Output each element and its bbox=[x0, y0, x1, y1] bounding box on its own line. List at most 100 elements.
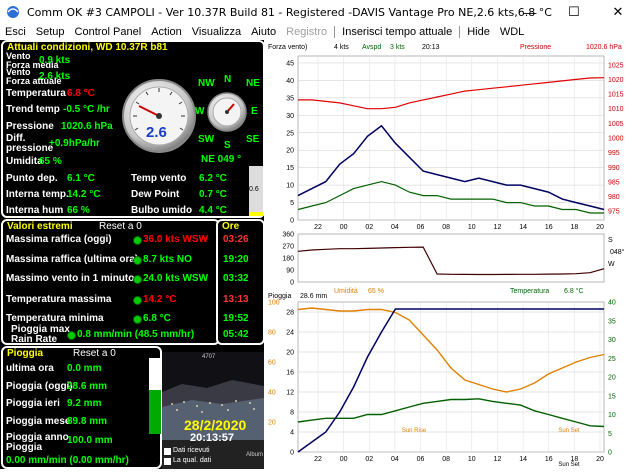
side-level-fill bbox=[249, 212, 263, 216]
direction-chart-y-tick: 0 bbox=[290, 280, 294, 287]
temp-chart-y-tick: 35 bbox=[608, 318, 616, 325]
minimize-icon[interactable]: — bbox=[508, 0, 552, 24]
webcam-image[interactable]: 4707 28/2/2020 20:13:57 Dati ricevuti La… bbox=[162, 352, 264, 469]
rain-chart-x-tick: 04 bbox=[391, 456, 399, 463]
wind-chart-x-tick: 18 bbox=[570, 224, 578, 231]
menu-bar: Esci Setup Control Panel Action Visualiz… bbox=[0, 24, 640, 40]
pressure-value: 1020.6 hPa bbox=[61, 121, 113, 132]
data-received-label: Dati ricevuti bbox=[173, 447, 210, 454]
rain-last-hour-value: 0.0 mm bbox=[67, 363, 102, 374]
pressure-chart-y-tick: 1010 bbox=[608, 106, 624, 113]
menu-hide[interactable]: Hide bbox=[462, 26, 495, 38]
app-window: Comm OK #3 CAMPOLI - Ver 10.37R Build 81… bbox=[0, 0, 640, 469]
pressure-diff-label: Diff. pressione bbox=[6, 133, 54, 154]
rain-month-label: Pioggia mese bbox=[6, 416, 71, 427]
menu-visualizza[interactable]: Visualizza bbox=[187, 26, 246, 38]
compass-s: S bbox=[224, 140, 231, 151]
rain-yesterday-value: 9.2 mm bbox=[67, 398, 102, 409]
humidity-chart-y-tick: 100 bbox=[268, 300, 280, 307]
pressure-chart-y-tick: 1025 bbox=[608, 62, 624, 69]
time-max-gust: 03:26 bbox=[223, 234, 249, 245]
menu-setup[interactable]: Setup bbox=[31, 26, 70, 38]
wind-chart-label: Forza vento) bbox=[268, 44, 307, 51]
dew-point-2-label: Dew Point bbox=[131, 189, 180, 200]
time-max-wind: 03:32 bbox=[223, 273, 249, 284]
close-icon[interactable]: ✕ bbox=[596, 0, 640, 24]
temp-chart-y-tick: 0 bbox=[608, 450, 612, 457]
wind-chart-y-tick: 35 bbox=[286, 95, 294, 102]
humidity-chart-y-tick: 40 bbox=[268, 390, 276, 397]
extremes-reset-button[interactable]: Reset a 0 bbox=[99, 221, 142, 232]
wind-chart-x-tick: 22 bbox=[314, 224, 322, 231]
rain-chart-x-tick: 14 bbox=[519, 456, 527, 463]
wind-direction-text: NE 049 ° bbox=[201, 154, 242, 165]
rain-chart-x-tick: 06 bbox=[417, 456, 425, 463]
sunset-annotation-bottom: Sun Set bbox=[558, 462, 580, 468]
pressure-chart-y-tick: 995 bbox=[608, 150, 620, 157]
rain-year-value: 100.0 mm bbox=[67, 435, 113, 446]
wind-chart-y-tick: 5 bbox=[290, 200, 294, 207]
rain-chart-x-tick: 22 bbox=[314, 456, 322, 463]
pressure-chart-y-tick: 990 bbox=[608, 165, 620, 172]
rain-panel: Pioggia Reset a 0 ultima ora 0.0 mm Piog… bbox=[1, 346, 162, 469]
pressure-label: Pressione bbox=[6, 121, 54, 132]
wind-chart-avspd-label: Avspd bbox=[362, 44, 381, 51]
rain-today-label: Pioggia (oggi) bbox=[6, 381, 73, 392]
rain-yesterday-label: Pioggia ieri bbox=[6, 398, 60, 409]
rain-rate-value: 0.00 mm/min (0.00 mm/hr) bbox=[6, 455, 129, 466]
temp-chart-y-tick: 5 bbox=[608, 431, 612, 438]
menu-separator bbox=[459, 26, 461, 38]
temp-chart-y-tick: 10 bbox=[608, 412, 616, 419]
pressure-chart-y-tick: 975 bbox=[608, 209, 620, 216]
menu-aiuto[interactable]: Aiuto bbox=[246, 26, 281, 38]
pressure-diff-value: +0.9hPa/hr bbox=[49, 138, 100, 149]
time-max-temp: 13:13 bbox=[223, 294, 249, 305]
temp-chart-value: 6.8 °C bbox=[564, 287, 584, 295]
rain-reset-button[interactable]: Reset a 0 bbox=[73, 348, 116, 359]
max-gust-hour-label: Massima raffica (ultima ora) bbox=[6, 254, 139, 265]
menu-esci[interactable]: Esci bbox=[0, 26, 31, 38]
wet-bulb-label: Bulbo umido bbox=[131, 205, 193, 216]
max-wind-1min-label: Massimo vento in 1 minuto bbox=[6, 273, 135, 284]
max-gust-hour-value: 8.7 kts NO bbox=[143, 254, 192, 265]
rain-chart-y-tick: 24 bbox=[286, 330, 294, 337]
dew-point-2-value: 0.7 °C bbox=[199, 189, 227, 200]
temp-chart-y-tick: 30 bbox=[608, 337, 616, 344]
wind-chart-x-tick: 14 bbox=[519, 224, 527, 231]
pressure-chart-y-tick: 980 bbox=[608, 194, 620, 201]
rain-chart-x-tick: 12 bbox=[494, 456, 502, 463]
wind-speed-gauge bbox=[122, 79, 196, 153]
trend-temp-value: -0.5 °C /hr bbox=[63, 104, 110, 115]
temp-chart-y-tick: 20 bbox=[608, 375, 616, 382]
direction-chart-y-tick: 180 bbox=[282, 256, 294, 263]
time-min-temp: 19:52 bbox=[223, 313, 249, 324]
rain-last-hour-label: ultima ora bbox=[6, 363, 54, 374]
pressure-chart-y-tick: 1015 bbox=[608, 92, 624, 99]
direction-label-value: 048° bbox=[610, 248, 625, 256]
max-gust-today-label: Massima raffica (oggi) bbox=[6, 234, 112, 245]
menu-inserisci-tempo[interactable]: Inserisci tempo attuale bbox=[337, 26, 457, 38]
maximize-icon[interactable]: ☐ bbox=[552, 0, 596, 24]
menu-wdl[interactable]: WDL bbox=[495, 26, 529, 38]
pressure-chart-y-tick: 1020 bbox=[608, 77, 624, 84]
rain-level-fill bbox=[149, 390, 161, 434]
direction-label-s: S bbox=[608, 237, 613, 244]
rain-chart-y-tick: 12 bbox=[286, 390, 294, 397]
humidity-chart-label: Umidità bbox=[334, 288, 358, 295]
wind-chart-x-tick: 20 bbox=[596, 224, 604, 231]
wind-avg-value: 0.9 kts bbox=[39, 55, 71, 66]
gauge-speed-value: 2.6 bbox=[146, 124, 167, 141]
data-received-indicator bbox=[164, 448, 171, 455]
wind-chart-x-tick: 08 bbox=[442, 224, 450, 231]
direction-chart-y-tick: 90 bbox=[286, 268, 294, 275]
time-header: Ore bbox=[222, 221, 240, 232]
album-link[interactable]: Album bbox=[246, 452, 263, 458]
time-max-gust-hour: 19:20 bbox=[223, 254, 249, 265]
data-quality-indicator bbox=[164, 458, 171, 465]
wind-chart-y-tick: 25 bbox=[286, 130, 294, 137]
temp-chart-label: Temperatura bbox=[510, 288, 549, 295]
menu-control-panel[interactable]: Control Panel bbox=[70, 26, 147, 38]
menu-action[interactable]: Action bbox=[146, 26, 187, 38]
rain-chart-y-tick: 28 bbox=[286, 310, 294, 317]
indoor-hum-label: Interna hum bbox=[6, 205, 64, 216]
